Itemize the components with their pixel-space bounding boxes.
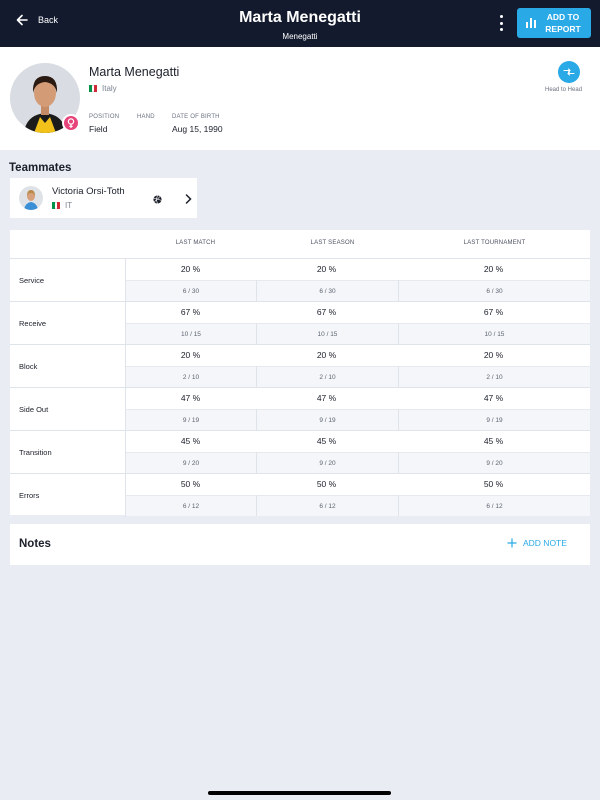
table-row: Side Out 47 % 47 % 47 % 9 / 19 9 / 19 9 … bbox=[10, 387, 590, 431]
stat-ratio: 9 / 20 bbox=[399, 452, 590, 473]
stat-ratio: 6 / 12 bbox=[399, 495, 590, 516]
stat-ratio: 9 / 19 bbox=[126, 409, 256, 430]
stat-ratio: 2 / 10 bbox=[257, 366, 398, 387]
top-bar: Back Marta Menegatti Menegatti ADD TO RE… bbox=[0, 0, 600, 47]
swap-icon bbox=[563, 68, 575, 76]
teammate-country: IT bbox=[52, 201, 72, 210]
teammates-title: Teammates bbox=[9, 162, 72, 174]
stat-ratio: 2 / 10 bbox=[399, 366, 590, 387]
stat-percent: 45 % bbox=[483, 436, 504, 446]
stat-ratio: 9 / 20 bbox=[257, 452, 398, 473]
italy-flag-icon bbox=[89, 85, 98, 92]
stat-percent: 45 % bbox=[180, 436, 201, 446]
more-options-icon[interactable] bbox=[498, 15, 504, 31]
player-country-label: Italy bbox=[102, 84, 117, 93]
stat-ratio: 6 / 30 bbox=[399, 280, 590, 301]
stat-percent: 47 % bbox=[316, 393, 337, 403]
italy-flag-icon bbox=[52, 202, 61, 209]
player-name: Marta Menegatti bbox=[89, 65, 180, 79]
stat-ratio: 10 / 15 bbox=[126, 323, 256, 344]
stat-percent: 67 % bbox=[316, 307, 337, 317]
stat-ratio: 10 / 15 bbox=[399, 323, 590, 344]
stat-ratio: 10 / 15 bbox=[257, 323, 398, 344]
table-row: Receive 67 % 67 % 67 % 10 / 15 10 / 15 1… bbox=[10, 301, 590, 345]
teammate-country-label: IT bbox=[65, 201, 73, 210]
teammate-name: Victoria Orsi-Toth bbox=[52, 186, 125, 197]
dob-label: DATE OF BIRTH bbox=[172, 114, 220, 120]
column-header-last-tournament: LAST TOURNAMENT bbox=[463, 240, 526, 246]
plus-icon bbox=[507, 538, 517, 548]
row-label: Service bbox=[19, 276, 45, 285]
stat-ratio: 6 / 12 bbox=[257, 495, 398, 516]
page-subtitle: Menegatti bbox=[282, 32, 318, 41]
table-row: Transition 45 % 45 % 45 % 9 / 20 9 / 20 … bbox=[10, 430, 590, 474]
stat-ratio: 9 / 19 bbox=[257, 409, 398, 430]
stat-percent: 20 % bbox=[180, 350, 201, 360]
stat-ratio: 9 / 19 bbox=[399, 409, 590, 430]
column-header-last-match: LAST MATCH bbox=[175, 240, 216, 246]
stat-percent: 47 % bbox=[180, 393, 201, 403]
head-to-head-button[interactable] bbox=[558, 61, 580, 83]
add-to-report-button[interactable]: ADD TO REPORT bbox=[517, 8, 591, 38]
row-label: Block bbox=[19, 362, 38, 371]
stat-ratio: 2 / 10 bbox=[126, 366, 256, 387]
bar-chart-icon bbox=[526, 18, 536, 28]
stat-ratio: 6 / 30 bbox=[126, 280, 256, 301]
home-indicator[interactable] bbox=[208, 791, 391, 795]
stat-percent: 20 % bbox=[483, 350, 504, 360]
stat-percent: 20 % bbox=[483, 264, 504, 274]
position-label: POSITION bbox=[89, 114, 120, 120]
table-row: Block 20 % 20 % 20 % 2 / 10 2 / 10 2 / 1… bbox=[10, 344, 590, 388]
teammate-avatar bbox=[19, 186, 43, 210]
hand-label: HAND bbox=[137, 114, 155, 120]
row-label: Receive bbox=[19, 319, 47, 328]
row-label: Errors bbox=[19, 491, 40, 500]
stat-percent: 20 % bbox=[316, 264, 337, 274]
stat-ratio: 9 / 20 bbox=[126, 452, 256, 473]
female-icon bbox=[62, 114, 80, 132]
stat-ratio: 6 / 30 bbox=[257, 280, 398, 301]
dob-value: Aug 15, 1990 bbox=[172, 124, 223, 134]
add-to-report-label: ADD TO REPORT bbox=[545, 12, 581, 34]
column-header-last-season: LAST SEASON bbox=[310, 240, 355, 246]
stat-percent: 45 % bbox=[316, 436, 337, 446]
stat-ratio: 6 / 12 bbox=[126, 495, 256, 516]
player-country: Italy bbox=[89, 84, 117, 93]
row-label: Transition bbox=[19, 448, 52, 457]
player-profile-card: Marta Menegatti Italy POSITION Field HAN… bbox=[0, 47, 600, 150]
stat-percent: 67 % bbox=[483, 307, 504, 317]
stat-percent: 67 % bbox=[180, 307, 201, 317]
volleyball-icon bbox=[153, 195, 162, 204]
stat-percent: 50 % bbox=[483, 479, 504, 489]
teammate-card[interactable]: Victoria Orsi-Toth IT bbox=[10, 178, 197, 218]
head-to-head-label: Head to Head bbox=[545, 87, 583, 93]
add-note-button[interactable]: ADD NOTE bbox=[507, 538, 567, 548]
row-label: Side Out bbox=[19, 405, 49, 414]
stat-percent: 20 % bbox=[316, 350, 337, 360]
stat-percent: 47 % bbox=[483, 393, 504, 403]
position-value: Field bbox=[89, 124, 108, 134]
table-row: Service 20 % 20 % 20 % 6 / 30 6 / 30 6 /… bbox=[10, 258, 590, 302]
notes-card: Notes ADD NOTE bbox=[10, 524, 590, 565]
stat-percent: 50 % bbox=[316, 479, 337, 489]
page-title: Marta Menegatti bbox=[239, 9, 361, 26]
stat-percent: 20 % bbox=[180, 264, 201, 274]
add-note-label: ADD NOTE bbox=[523, 538, 567, 548]
stats-table: LAST MATCH LAST SEASON LAST TOURNAMENT S… bbox=[10, 230, 590, 517]
stat-percent: 50 % bbox=[180, 479, 201, 489]
chevron-right-icon[interactable] bbox=[185, 194, 192, 204]
table-row: Errors 50 % 50 % 50 % 6 / 12 6 / 12 6 / … bbox=[10, 473, 590, 517]
notes-title: Notes bbox=[19, 538, 51, 550]
